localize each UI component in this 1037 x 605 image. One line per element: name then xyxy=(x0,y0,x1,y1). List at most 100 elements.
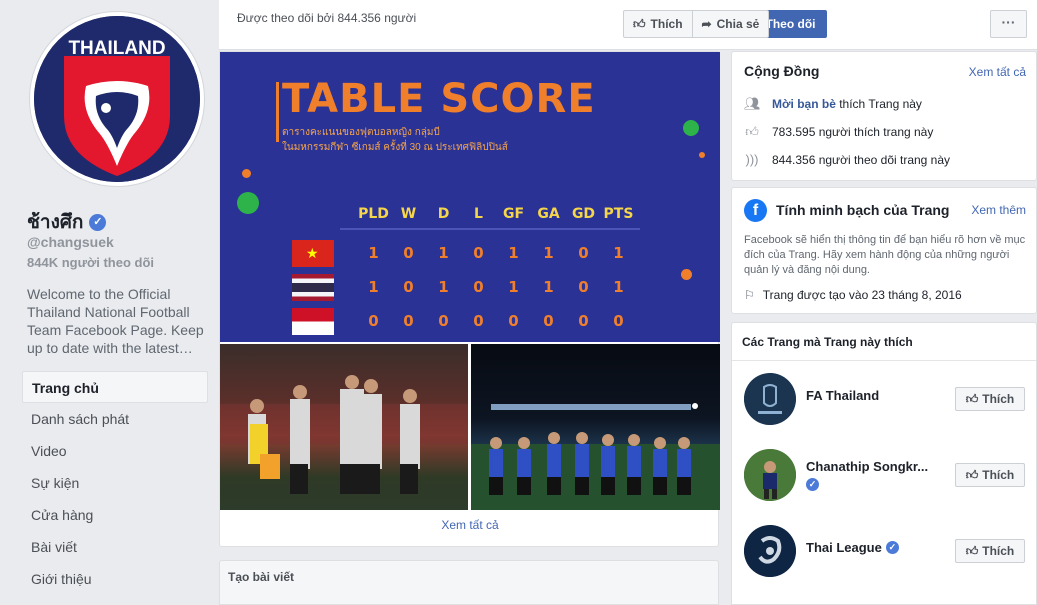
invite-text: thích Trang này xyxy=(835,97,922,111)
nav-item-playlists[interactable]: Danh sách phát xyxy=(22,403,208,435)
team-lineup-photo[interactable] xyxy=(471,344,720,510)
like-button[interactable]: 👍︎ Thích xyxy=(624,11,693,37)
table-score-subtitle-1: ตารางคะแนนของฟุตบอลหญิง กลุ่มบี xyxy=(282,127,440,138)
nav-item-home[interactable]: Trang chủ xyxy=(22,371,208,403)
header-ga: GA xyxy=(537,206,560,222)
share-button[interactable]: ➦ Chia sẻ xyxy=(693,11,769,37)
like-label: Thích xyxy=(982,544,1015,558)
team-celebration-photo[interactable] xyxy=(220,344,468,510)
community-see-all-link[interactable]: Xem tất cả xyxy=(969,65,1026,79)
page-created-row: ⚐ Trang được tạo vào 23 tháng 8, 2016 xyxy=(744,288,962,302)
flag-icon: ⚐ xyxy=(744,288,755,302)
thai-league-avatar[interactable] xyxy=(744,525,796,577)
fa-thailand-avatar[interactable] xyxy=(744,373,796,425)
page-about: Welcome to the Official Thailand Nationa… xyxy=(27,286,204,356)
share-label: Chia sẻ xyxy=(716,17,760,31)
liked-page-name-text: Chanathip Songkr... xyxy=(806,459,929,474)
thumbs-up-icon: 👍︎ xyxy=(965,467,979,482)
page-name-text: ช้างศึก xyxy=(27,212,84,233)
indonesia-flag-icon xyxy=(292,308,334,335)
liked-page-name[interactable]: FA Thailand xyxy=(806,388,879,403)
create-post-box[interactable]: Tạo bài viết xyxy=(219,560,719,605)
page-handle[interactable]: @changsuek xyxy=(27,234,114,250)
liked-page-name[interactable]: Chanathip Songkr... ✓ xyxy=(806,459,928,491)
page-nav: Trang chủ Danh sách phát Video Sự kiện C… xyxy=(22,371,208,595)
facebook-icon: f xyxy=(744,199,767,222)
table-cell: 0 xyxy=(508,312,519,330)
thumbs-up-icon: 👍︎ xyxy=(633,16,646,31)
header-gd: GD xyxy=(571,206,596,222)
decor-dot xyxy=(681,269,692,280)
nav-item-events[interactable]: Sự kiện xyxy=(22,467,208,499)
table-cell: 1 xyxy=(438,278,449,296)
table-score-subtitle-2: ในมหกรรมกีฬา ซีเกมส์ ครั้งที่ 30 ณ ประเท… xyxy=(282,142,508,153)
photos-card: TABLE SCORE ตารางคะแนนของฟุตบอลหญิง กลุ่… xyxy=(219,51,720,547)
decor-dot xyxy=(237,192,259,214)
more-options-button[interactable]: ··· xyxy=(990,10,1027,38)
table-cell: 0 xyxy=(578,278,589,296)
table-cell: 1 xyxy=(613,244,624,262)
table-cell: 0 xyxy=(613,312,624,330)
page-created-text: Trang được tạo vào 23 tháng 8, 2016 xyxy=(762,288,962,302)
header-gf: GF xyxy=(502,206,525,222)
table-cell: 0 xyxy=(403,278,414,296)
people-icon: 👥︎ xyxy=(744,96,761,111)
community-row-likes: 👍︎ 783.595 người thích trang này xyxy=(744,125,933,140)
table-cell: 1 xyxy=(368,244,379,262)
transparency-description: Facebook sẽ hiển thị thông tin để bạn hi… xyxy=(744,234,1026,276)
header-d: D xyxy=(437,206,450,222)
like-share-group: 👍︎ Thích ➦ Chia sẻ xyxy=(623,10,770,38)
liked-page-like-button[interactable]: 👍︎ Thích xyxy=(955,463,1025,487)
like-label: Thích xyxy=(982,468,1015,482)
table-cell: 0 xyxy=(403,244,414,262)
liked-page-name[interactable]: Thai League ✓ xyxy=(806,540,899,555)
thumbs-up-icon: 👍︎ xyxy=(965,391,979,406)
nav-item-about[interactable]: Giới thiệu xyxy=(22,563,208,595)
liked-page-name-text: FA Thailand xyxy=(806,388,880,403)
table-score-title: TABLE SCORE xyxy=(282,76,596,122)
decor-dot xyxy=(242,169,251,178)
follows-count-text: 844.356 người theo dõi trang này xyxy=(772,153,951,167)
profile-avatar[interactable]: THAILAND xyxy=(29,11,205,187)
page-name[interactable]: ช้างศึก ✓ xyxy=(27,207,107,237)
table-row-indonesia: 0 0 0 0 0 0 0 0 xyxy=(356,312,636,330)
table-cell: 0 xyxy=(578,244,589,262)
table-cell: 0 xyxy=(403,312,414,330)
table-cell: 0 xyxy=(473,278,484,296)
transparency-title: Tính minh bạch của Trang xyxy=(776,202,950,218)
table-cell: 0 xyxy=(578,312,589,330)
table-row-thailand: 1 0 1 0 1 1 0 1 xyxy=(356,278,636,296)
left-sidebar: THAILAND ช้างศึก ✓ @changsuek 844K người… xyxy=(0,0,218,605)
community-row-invite: 👥︎ Mời bạn bè thích Trang này xyxy=(744,96,922,112)
table-score-photo[interactable]: TABLE SCORE ตารางคะแนนของฟุตบอลหญิง กลุ่… xyxy=(220,52,720,342)
like-label: Thích xyxy=(650,17,683,31)
accent-bar xyxy=(276,82,279,142)
liked-page-like-button[interactable]: 👍︎ Thích xyxy=(955,387,1025,411)
community-row-text: Mời bạn bè thích Trang này xyxy=(772,97,922,111)
rss-icon: ))) xyxy=(745,152,759,167)
thailand-flag-icon xyxy=(292,274,334,301)
see-all-photos-link[interactable]: Xem tất cả xyxy=(220,518,720,532)
table-cell: 0 xyxy=(438,312,449,330)
chanathip-avatar[interactable] xyxy=(744,449,796,501)
table-score-header: PLD W D L GF GA GD PTS xyxy=(356,206,636,222)
community-row-follows: ))) 844.356 người theo dõi trang này xyxy=(744,152,951,168)
table-cell: 1 xyxy=(543,278,554,296)
liked-page-name-text: Thai League xyxy=(806,540,882,555)
thailand-logo: THAILAND xyxy=(34,16,200,182)
header-pld: PLD xyxy=(358,206,389,222)
table-cell: 0 xyxy=(368,312,379,330)
transparency-see-more-link[interactable]: Xem thêm xyxy=(971,203,1026,217)
liked-page-item: Thai League ✓ 👍︎ Thích xyxy=(744,525,1034,577)
liked-page-item: FA Thailand 👍︎ Thích xyxy=(744,373,1034,425)
invite-friends-link[interactable]: Mời bạn bè xyxy=(772,97,836,111)
verified-badge-icon: ✓ xyxy=(89,213,107,231)
liked-page-like-button[interactable]: 👍︎ Thích xyxy=(955,539,1025,563)
community-title: Cộng Đồng xyxy=(744,63,820,79)
nav-item-posts[interactable]: Bài viết xyxy=(22,531,208,563)
nav-item-videos[interactable]: Video xyxy=(22,435,208,467)
followed-by-text: Được theo dõi bởi 844.356 người xyxy=(237,11,417,25)
table-cell: 1 xyxy=(543,244,554,262)
nav-item-shop[interactable]: Cửa hàng xyxy=(22,499,208,531)
like-label: Thích xyxy=(982,392,1015,406)
